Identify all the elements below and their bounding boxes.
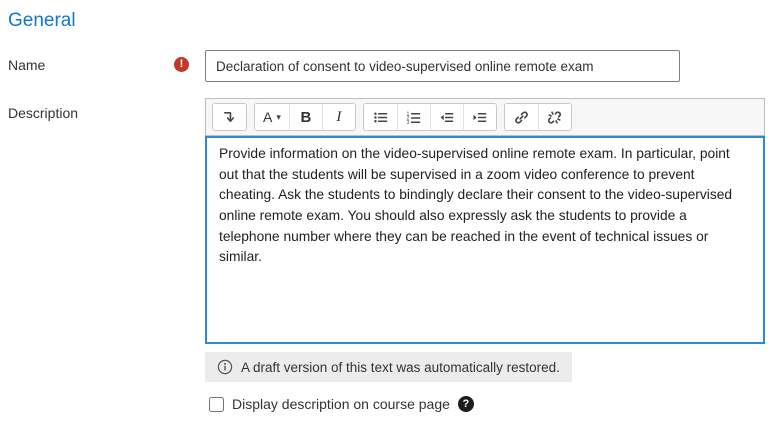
toolbar-group-format: A ▾ B I [254,103,356,131]
name-row: Name ! [8,50,765,82]
font-letter: A [263,109,273,125]
svg-text:3: 3 [407,119,410,124]
indent-icon [473,112,487,122]
help-icon[interactable]: ? [457,396,474,412]
toolbar-group-collapse [212,103,247,131]
italic-icon: I [336,108,342,125]
required-icon: ! [174,57,189,72]
description-row: Description A ▾ B I 1 2 3 Provide inform… [8,98,765,382]
toolbar-group-lists: 1 2 3 [362,103,497,131]
italic-button[interactable]: I [321,104,355,130]
name-input[interactable] [205,50,680,82]
unordered-list-button[interactable] [363,104,397,130]
draft-notice: A draft version of this text was automat… [205,352,572,382]
draft-notice-text: A draft version of this text was automat… [241,359,560,375]
description-editor: A ▾ B I 1 2 3 Provide information on the… [205,98,765,344]
unlink-button[interactable] [537,104,571,130]
outdent-icon [440,112,454,122]
unlink-icon [548,110,562,124]
section-title-general[interactable]: General [8,10,765,32]
paragraph-styles-button[interactable]: A ▾ [255,104,289,130]
chevron-down-icon: ▾ [276,111,281,122]
editor-toolbar: A ▾ B I 1 2 3 [205,98,765,136]
ordered-list-button[interactable]: 1 2 3 [396,104,430,130]
bold-icon: B [300,108,312,126]
link-icon [515,110,528,124]
arrow-down-icon [224,111,235,122]
display-description-row: Display description on course page ? [8,396,765,412]
ordered-list-icon: 1 2 3 [407,111,421,125]
link-button[interactable] [504,104,538,130]
info-icon [217,359,233,375]
collapse-toolbar-button[interactable] [213,104,246,130]
description-label: Description [8,105,79,121]
display-description-label: Display description on course page [232,396,450,412]
indent-button[interactable] [462,104,496,130]
display-description-checkbox[interactable] [209,396,224,412]
bold-button[interactable]: B [288,104,322,130]
name-label: Name [8,57,46,73]
description-textarea[interactable]: Provide information on the video-supervi… [205,136,765,344]
toolbar-group-links [503,103,572,131]
outdent-button[interactable] [429,104,463,130]
unordered-list-icon [374,112,388,122]
